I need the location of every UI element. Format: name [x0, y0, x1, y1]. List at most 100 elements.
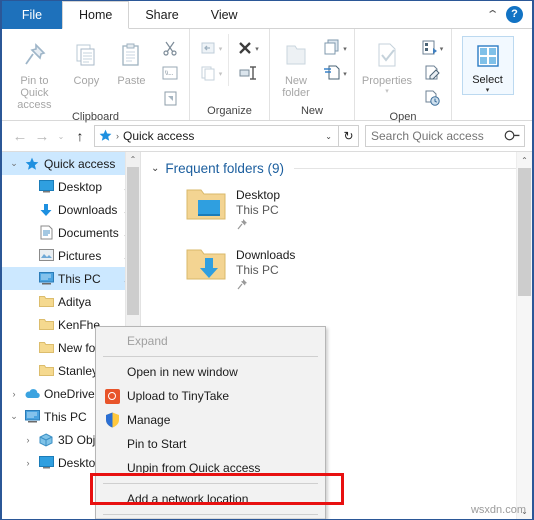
sidebar-item-label: OneDrive	[44, 386, 95, 401]
sidebar-item-documents[interactable]: Documents	[2, 221, 140, 244]
rename-icon	[238, 65, 258, 84]
sidebar-item-label: 3D Obj	[58, 432, 96, 447]
onedrive-cloud-icon	[24, 387, 40, 401]
context-menu-item-label: Upload to TinyTake	[127, 389, 230, 403]
copy-path-icon: \\...	[162, 66, 178, 83]
properties-button[interactable]: Properties ▾	[359, 34, 415, 95]
sidebar-item-label: Aditya	[58, 294, 92, 309]
folder-downloads-icon	[185, 246, 227, 285]
recent-locations-button[interactable]: ⌄	[53, 124, 69, 148]
pictures-icon	[38, 249, 54, 263]
copy-path-button[interactable]: \\...	[155, 62, 185, 86]
breadcrumb-separator: ›	[116, 131, 119, 141]
delete-icon	[237, 40, 254, 59]
context-menu-item-manage[interactable]: Manage	[96, 408, 325, 432]
nav-scrollbar-thumb[interactable]	[127, 167, 139, 315]
quick-access-star-icon	[24, 157, 40, 171]
tab-file[interactable]: File	[2, 1, 62, 29]
group-header-rule	[293, 168, 522, 169]
context-menu-item-label: Unpin from Quick access	[127, 461, 261, 475]
tab-view[interactable]: View	[195, 1, 254, 29]
file-scrollbar-thumb[interactable]	[518, 168, 531, 296]
edit-button[interactable]	[417, 62, 447, 86]
select-button[interactable]: Select ▾	[461, 36, 514, 95]
list-item-name: Downloads	[236, 248, 296, 262]
copy-button[interactable]: Copy	[65, 34, 108, 87]
refresh-button[interactable]: ↻	[339, 125, 359, 147]
breadcrumb[interactable]: › Quick access ⌄	[94, 125, 339, 147]
context-menu-item-pin-to-start[interactable]: Pin to Start	[96, 432, 325, 456]
new-small-buttons: ▾ ▾	[320, 34, 350, 86]
context-menu-item-upload-to-tinytake[interactable]: Upload to TinyTake	[96, 384, 325, 408]
frequent-folders-header[interactable]: ⌄ Frequent folders (9)	[141, 152, 532, 180]
expander-icon[interactable]: ⌄	[8, 411, 20, 422]
frequent-folders-title: Frequent folders (9)	[165, 161, 284, 176]
context-menu-separator	[103, 356, 318, 357]
history-button[interactable]	[417, 87, 447, 111]
expander-icon[interactable]: ›	[22, 458, 34, 468]
ribbon-group-organize-title: Organize	[207, 105, 252, 117]
delete-button[interactable]: ▾	[233, 37, 263, 61]
cut-button[interactable]	[155, 37, 185, 61]
open-with-button[interactable]: ▾	[417, 37, 447, 61]
paste-button[interactable]: Paste	[110, 34, 153, 87]
downloads-arrow-icon	[38, 203, 54, 217]
sidebar-item-desktop[interactable]: Desktop	[2, 175, 140, 198]
sidebar-item-label: Downloads	[58, 202, 118, 217]
back-button[interactable]: ←	[9, 124, 31, 148]
context-menu-item-add-a-network-location[interactable]: Add a network location	[96, 487, 325, 511]
sidebar-item-label: KenFhe	[58, 317, 101, 332]
forward-button[interactable]: →	[31, 124, 53, 148]
copy-to-icon	[200, 65, 218, 84]
ribbon-controls: ⌃ ?	[485, 1, 532, 28]
file-list-scrollbar[interactable]: ⌃ ⌄	[516, 152, 532, 519]
easy-access-button[interactable]: ▾	[320, 62, 350, 86]
folder-icon	[38, 364, 54, 378]
clipboard-small-buttons: \\...	[155, 34, 185, 111]
group-collapse-icon[interactable]: ⌄	[151, 163, 159, 174]
help-icon[interactable]: ?	[506, 6, 523, 23]
context-menu-item-unpin-from-quick-access[interactable]: Unpin from Quick access	[96, 456, 325, 480]
expander-icon[interactable]: ⌄	[8, 158, 20, 169]
pin-to-quick-access-button[interactable]: Pin to Quick access	[6, 34, 63, 111]
expander-icon[interactable]: ›	[8, 389, 20, 399]
sidebar-item-label: This PC	[58, 271, 101, 286]
ribbon: Pin to Quick access Copy Paste \\... Cli…	[2, 29, 532, 123]
sidebar-item-pictures[interactable]: Pictures	[2, 244, 140, 267]
expander-icon[interactable]: ›	[22, 435, 34, 445]
context-menu-item-label: Add a network location	[127, 492, 249, 506]
paste-icon	[118, 38, 144, 72]
list-item[interactable]: Desktop This PC	[141, 180, 532, 240]
tab-home[interactable]: Home	[62, 1, 130, 29]
open-small-buttons: ▾	[417, 34, 447, 111]
context-menu-item-open-in-new-window[interactable]: Open in new window	[96, 360, 325, 384]
breadcrumb-current[interactable]: Quick access	[123, 129, 194, 143]
context-menu-item-label: Expand	[127, 334, 168, 348]
move-to-button[interactable]: ▾	[196, 37, 226, 61]
nav-scroll-up-button[interactable]: ⌃	[126, 152, 140, 167]
sidebar-item-downloads[interactable]: Downloads	[2, 198, 140, 221]
copy-to-button[interactable]: ▾	[196, 62, 226, 86]
sidebar-item-quick-access[interactable]: ⌄ Quick access	[2, 152, 140, 175]
breadcrumb-dropdown-icon[interactable]: ⌄	[325, 132, 334, 141]
new-folder-icon	[283, 38, 309, 72]
sidebar-item-aditya[interactable]: Aditya	[2, 290, 140, 313]
search-box[interactable]	[365, 125, 525, 147]
tab-share[interactable]: Share	[129, 1, 194, 29]
sidebar-item-this-pc[interactable]: This PC	[2, 267, 140, 290]
new-folder-button[interactable]: New folder	[274, 34, 318, 99]
context-menu: Expand Open in new window Upload to TinyTa…	[95, 326, 326, 519]
paste-shortcut-button[interactable]	[155, 87, 185, 111]
ribbon-group-new-title: New	[300, 105, 323, 117]
ribbon-group-clipboard-title: Clipboard	[71, 111, 120, 123]
new-item-button[interactable]: ▾	[320, 37, 350, 61]
desktop-monitor-icon	[38, 456, 54, 470]
collapse-ribbon-icon[interactable]: ⌃	[485, 8, 499, 21]
list-item[interactable]: Downloads This PC	[141, 240, 532, 300]
context-menu-separator	[103, 483, 318, 484]
list-item-location: This PC	[236, 203, 279, 217]
file-scroll-up-button[interactable]: ⌃	[517, 152, 532, 168]
up-button[interactable]: ↑	[69, 124, 91, 148]
rename-button[interactable]	[233, 62, 263, 86]
search-input[interactable]	[371, 129, 505, 143]
